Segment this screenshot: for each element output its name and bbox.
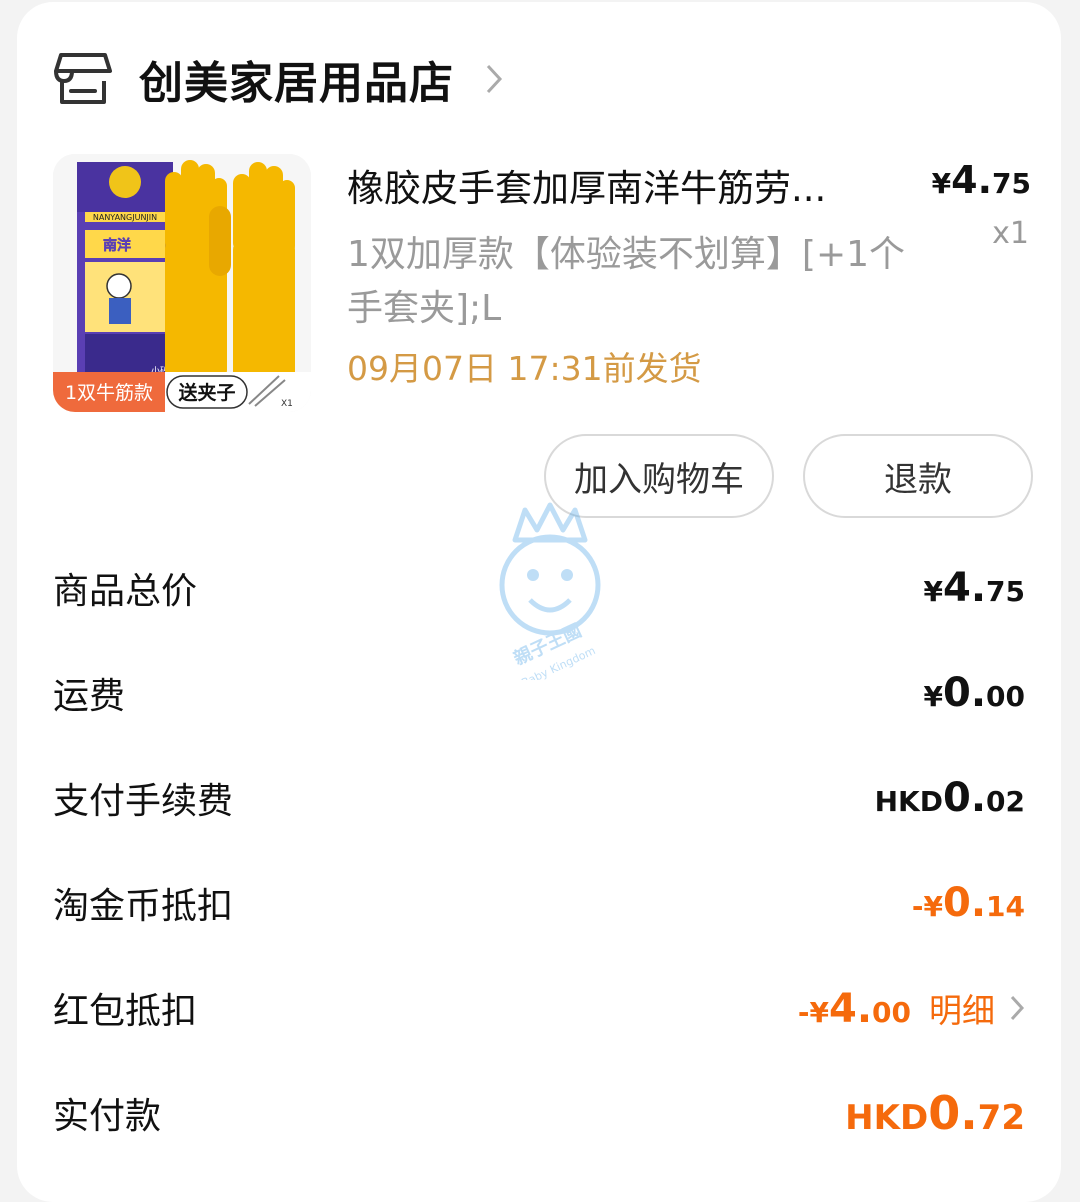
summary-value: -¥ 0. 14 bbox=[911, 880, 1025, 926]
summary-label: 运费 bbox=[53, 676, 126, 717]
summary-row-redpacket[interactable]: 红包抵扣 -¥ 4. 00 明细 bbox=[53, 978, 1025, 1038]
product-title[interactable]: 橡胶皮手套加厚南洋牛筋劳... bbox=[347, 158, 887, 212]
ship-time: 09月07日 17:31前发货 bbox=[347, 349, 702, 388]
refund-button[interactable]: 退款 bbox=[803, 434, 1033, 518]
summary-value: HKD 0. 02 bbox=[874, 775, 1025, 821]
summary-value: ¥0. 00 bbox=[923, 670, 1025, 716]
chevron-right-icon[interactable] bbox=[1009, 994, 1025, 1022]
product-image[interactable]: NANYANGJUNJIN 南洋 小码 bbox=[53, 154, 311, 412]
summary-value: ¥4. 75 bbox=[923, 565, 1025, 611]
store-icon bbox=[54, 53, 112, 104]
pack-name-text: 南洋 bbox=[103, 237, 131, 254]
chevron-right-icon[interactable] bbox=[484, 62, 504, 96]
summary-row-shipping: 运费 ¥0. 00 bbox=[53, 663, 1025, 723]
product-sku: 1双加厚款【体验装不划算】[+1个手套夹];L bbox=[347, 234, 906, 329]
shop-name[interactable]: 创美家居用品店 bbox=[139, 47, 454, 111]
summary-row-coin-discount: 淘金币抵扣 -¥ 0. 14 bbox=[53, 873, 1025, 933]
summary-row-fee: 支付手续费 HKD 0. 02 bbox=[53, 768, 1025, 828]
summary-value[interactable]: -¥ 4. 00 明细 bbox=[798, 984, 1025, 1032]
summary-label: 商品总价 bbox=[53, 571, 198, 612]
summary-label: 淘金币抵扣 bbox=[53, 886, 234, 927]
product-quantity: x1 bbox=[992, 216, 1029, 251]
badge-left-text: 1双牛筋款 bbox=[65, 382, 153, 404]
detail-link[interactable]: 明细 bbox=[929, 984, 995, 1032]
summary-row-total: 实付款 HKD 0. 72 bbox=[53, 1083, 1025, 1143]
summary-label: 红包抵扣 bbox=[53, 991, 198, 1032]
badge-x-text: X1 bbox=[281, 399, 293, 409]
total-value: HKD 0. 72 bbox=[845, 1086, 1025, 1140]
product-price: ¥4.75 bbox=[931, 158, 1031, 202]
summary-label: 实付款 bbox=[53, 1096, 162, 1137]
brand-text: NANYANGJUNJIN bbox=[93, 213, 157, 222]
badge-right-text: 送夹子 bbox=[178, 381, 235, 404]
summary-row-subtotal: 商品总价 ¥4. 75 bbox=[53, 558, 1025, 618]
summary-label: 支付手续费 bbox=[53, 781, 234, 822]
shop-header[interactable]: 创美家居用品店 bbox=[53, 46, 504, 112]
order-card: 创美家居用品店 NANYANGJUNJIN 南洋 小码 bbox=[17, 2, 1061, 1202]
